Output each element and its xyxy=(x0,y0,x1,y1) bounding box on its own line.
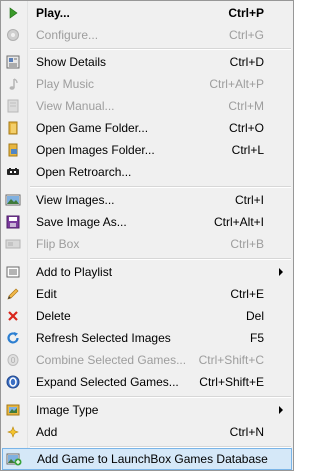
menu-item-label: Add xyxy=(36,425,58,439)
menu-item-shortcut: Ctrl+M xyxy=(228,99,264,113)
menu-item-shortcut: Ctrl+E xyxy=(230,287,264,301)
menu-item-view-manual[interactable]: View Manual... Ctrl+M xyxy=(1,95,293,117)
playlist-icon xyxy=(5,264,21,280)
menu-item-refresh-selected-images[interactable]: Refresh Selected Images F5 xyxy=(1,327,293,349)
menu-item-play-music[interactable]: Play Music Ctrl+Alt+P xyxy=(1,73,293,95)
menu-item-label: Show Details xyxy=(36,55,107,69)
view-images-icon xyxy=(5,192,21,208)
menu-item-shortcut: Ctrl+Alt+I xyxy=(213,215,264,229)
flip-box-icon xyxy=(5,236,21,252)
menu-item-image-type[interactable]: Image Type xyxy=(1,399,293,421)
image-type-icon xyxy=(5,402,21,418)
menu-item-label: Flip Box xyxy=(36,237,80,251)
retroarch-icon xyxy=(5,164,21,180)
menu-item-open-game-folder[interactable]: Open Game Folder... Ctrl+O xyxy=(1,117,293,139)
menu-item-label: Delete xyxy=(36,309,71,323)
menu-item-label: Save Image As... xyxy=(36,215,127,229)
menu-item-add-to-playlist[interactable]: Add to Playlist xyxy=(1,261,293,283)
menu-item-label: Open Retroarch... xyxy=(36,165,132,179)
combine-icon: 0 xyxy=(5,352,21,368)
menu-item-label: Open Game Folder... xyxy=(36,121,149,135)
menu-item-shortcut: Ctrl+Alt+P xyxy=(209,77,264,91)
menu-separator xyxy=(30,258,291,260)
menu-item-shortcut: Ctrl+L xyxy=(231,143,264,157)
save-icon xyxy=(5,214,21,230)
menu-item-label: View Images... xyxy=(36,193,115,207)
menu-item-shortcut: Ctrl+Shift+C xyxy=(198,353,264,367)
menu-separator xyxy=(30,48,291,50)
menu-item-save-image-as[interactable]: Save Image As... Ctrl+Alt+I xyxy=(1,211,293,233)
menu-item-label: Image Type xyxy=(36,403,99,417)
play-icon xyxy=(5,5,21,21)
images-folder-icon xyxy=(5,142,21,158)
menu-item-combine-selected-games[interactable]: 0 Combine Selected Games... Ctrl+Shift+C xyxy=(1,349,293,371)
svg-text:0: 0 xyxy=(10,356,15,365)
menu-item-shortcut: Ctrl+G xyxy=(228,28,264,42)
menu-item-shortcut: Ctrl+Shift+E xyxy=(199,375,264,389)
menu-item-flip-box[interactable]: Flip Box Ctrl+B xyxy=(1,233,293,255)
menu-item-configure[interactable]: Configure... Ctrl+G xyxy=(1,24,293,46)
add-icon xyxy=(5,424,21,440)
menu-item-shortcut: Ctrl+I xyxy=(234,193,264,207)
context-menu: Play... Ctrl+P Configure... Ctrl+G Show … xyxy=(0,0,294,471)
details-icon xyxy=(5,54,21,70)
menu-item-add-game-to-database[interactable]: Add Game to LaunchBox Games Database xyxy=(2,448,292,470)
menu-item-label: Edit xyxy=(36,287,57,301)
configure-icon xyxy=(5,27,21,43)
menu-item-label: Configure... xyxy=(36,28,99,42)
submenu-arrow-icon xyxy=(279,406,283,414)
music-icon xyxy=(5,76,21,92)
menu-separator xyxy=(30,446,291,448)
menu-separator xyxy=(30,186,291,188)
menu-item-delete[interactable]: Delete Del xyxy=(1,305,293,327)
folder-icon xyxy=(5,120,21,136)
menu-item-shortcut: Ctrl+N xyxy=(229,425,264,439)
menu-item-view-images[interactable]: View Images... Ctrl+I xyxy=(1,189,293,211)
menu-item-expand-selected-games[interactable]: Expand Selected Games... Ctrl+Shift+E xyxy=(1,371,293,393)
menu-item-shortcut: F5 xyxy=(249,331,264,345)
menu-item-shortcut: Del xyxy=(245,309,264,323)
menu-item-shortcut: Ctrl+P xyxy=(228,6,264,20)
menu-item-show-details[interactable]: Show Details Ctrl+D xyxy=(1,51,293,73)
pencil-icon xyxy=(5,286,21,302)
refresh-icon xyxy=(5,330,21,346)
menu-item-shortcut: Ctrl+B xyxy=(230,237,264,251)
manual-icon xyxy=(5,98,21,114)
menu-item-shortcut: Ctrl+O xyxy=(228,121,264,135)
menu-item-label: Add Game to LaunchBox Games Database xyxy=(37,452,268,466)
menu-item-label: Play... xyxy=(36,6,70,20)
menu-item-play[interactable]: Play... Ctrl+P xyxy=(1,2,293,24)
menu-item-add[interactable]: Add Ctrl+N xyxy=(1,421,293,443)
add-database-icon xyxy=(6,451,22,467)
menu-item-label: Add to Playlist xyxy=(36,265,113,279)
menu-item-label: Expand Selected Games... xyxy=(36,375,179,389)
menu-item-label: Open Images Folder... xyxy=(36,143,155,157)
menu-item-label: Combine Selected Games... xyxy=(36,353,187,367)
menu-item-edit[interactable]: Edit Ctrl+E xyxy=(1,283,293,305)
menu-item-shortcut: Ctrl+D xyxy=(229,55,264,69)
delete-icon xyxy=(5,308,21,324)
menu-separator xyxy=(30,396,291,398)
submenu-arrow-icon xyxy=(279,268,283,276)
expand-icon xyxy=(5,374,21,390)
menu-item-open-retroarch[interactable]: Open Retroarch... xyxy=(1,161,293,183)
menu-item-open-images-folder[interactable]: Open Images Folder... Ctrl+L xyxy=(1,139,293,161)
menu-item-label: Refresh Selected Images xyxy=(36,331,171,345)
menu-item-label: Play Music xyxy=(36,77,95,91)
menu-item-label: View Manual... xyxy=(36,99,115,113)
